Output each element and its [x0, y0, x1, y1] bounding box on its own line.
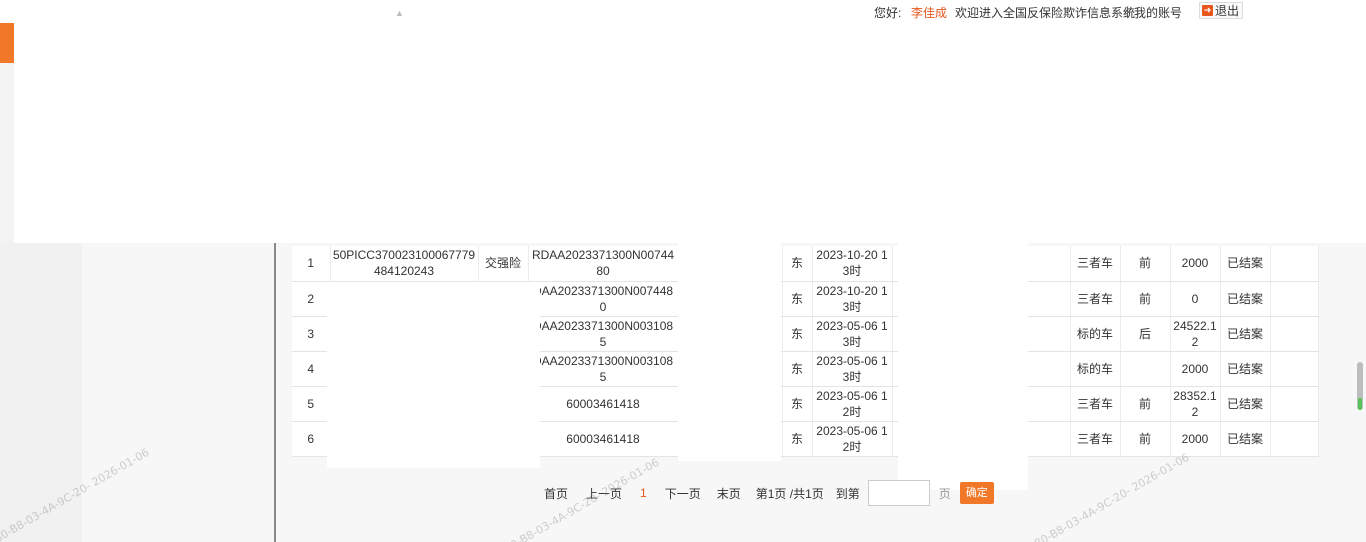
table-cell-case-no: DAA2023371300N0031085	[528, 316, 679, 352]
redaction-block	[898, 243, 1028, 490]
table-cell-vehicle: 标的车	[1070, 351, 1121, 387]
last-page-link[interactable]: 末页	[717, 485, 741, 502]
greeting-label: 您好:	[874, 6, 902, 20]
table-cell-empty	[1270, 386, 1319, 422]
page-unit-label: 页	[938, 486, 951, 501]
menu-toggle-tab[interactable]	[0, 23, 14, 63]
table-cell-position: 前	[1120, 281, 1171, 317]
table-cell-time: 2023-10-20 13时	[812, 246, 893, 282]
table-cell-position: 前	[1120, 421, 1171, 457]
table-cell-empty	[1270, 316, 1319, 352]
page-info: 第1页 /共1页	[755, 486, 824, 501]
table-cell-idx: 5	[292, 386, 331, 422]
table-cell-amount: 24522.12	[1170, 316, 1221, 352]
confirm-button[interactable]: 确定	[959, 482, 994, 504]
table-cell-position: 前	[1120, 246, 1171, 282]
current-page[interactable]: 1	[640, 486, 647, 500]
table-cell-empty	[1270, 281, 1319, 317]
table-cell-idx: 4	[292, 351, 331, 387]
table-cell-position: 后	[1120, 316, 1171, 352]
table-cell-time: 2023-05-06 13时	[812, 351, 893, 387]
table-cell-status: 已结案	[1220, 246, 1271, 282]
table-cell-idx: 6	[292, 421, 331, 457]
table-cell-empty	[1270, 246, 1319, 282]
table-cell-time: 2023-05-06 12时	[812, 421, 893, 457]
table-cell-case-no: 60003461418	[528, 386, 679, 422]
table-cell-time: 2023-05-06 13时	[812, 316, 893, 352]
table-cell-vehicle: 三者车	[1070, 246, 1121, 282]
table-cell-idx: 2	[292, 281, 331, 317]
table-cell-amount: 28352.12	[1170, 386, 1221, 422]
username-label: 李佳成	[911, 6, 948, 20]
table-cell-vehicle: 三者车	[1070, 421, 1121, 457]
table-cell-region: 东	[782, 316, 813, 352]
table-cell-policy: 50PICC370023100067779484120243	[330, 246, 479, 282]
goto-page-input[interactable]	[867, 480, 930, 506]
table-cell-empty	[1270, 351, 1319, 387]
header-separator: |	[1126, 4, 1130, 18]
table-cell-idx: 1	[292, 246, 331, 282]
table-cell-amount: 2000	[1170, 351, 1221, 387]
table-cell-amount: 0	[1170, 281, 1221, 317]
table-cell-case-no: RDAA2023371300N0074480	[528, 246, 679, 282]
table-cell-status: 已结案	[1220, 386, 1271, 422]
prev-page-link[interactable]: 上一页	[586, 485, 622, 502]
pagination: 首页 上一页 1 下一页 末页 第1页 /共1页 到第 页 确定	[540, 480, 994, 506]
first-page-link[interactable]: 首页	[544, 485, 568, 502]
redaction-block	[678, 243, 781, 461]
table-cell-region: 东	[782, 386, 813, 422]
table-cell-position: 前	[1120, 386, 1171, 422]
logout-button[interactable]: ➜ 退出	[1199, 2, 1244, 19]
table-cell-region: 东	[782, 281, 813, 317]
vertical-divider	[274, 243, 276, 542]
table-cell-region: 东	[782, 351, 813, 387]
table-cell-case-no: 60003461418	[528, 421, 679, 457]
table-cell-status: 已结案	[1220, 281, 1271, 317]
redaction-block	[327, 282, 540, 468]
table-cell-case-no: DAA2023371300N0031085	[528, 351, 679, 387]
table-cell-status: 已结案	[1220, 421, 1271, 457]
table-cell-status: 已结案	[1220, 351, 1271, 387]
table-cell-idx: 3	[292, 316, 331, 352]
table-cell-position	[1120, 351, 1171, 387]
welcome-text: 欢迎进入全国反保险欺诈信息系统	[955, 6, 1136, 20]
table-cell-time: 2023-10-20 13时	[812, 281, 893, 317]
table-cell-case-no: DAA2023371300N0074480	[528, 281, 679, 317]
logout-label: 退出	[1215, 4, 1240, 18]
table-cell-type: 交强险	[478, 246, 529, 282]
table-cell-amount: 2000	[1170, 246, 1221, 282]
top-header: ▲ 您好: 李佳成 欢迎进入全国反保险欺诈信息系统 | 我的账号 ➜ 退出	[0, 0, 1366, 243]
table-cell-status: 已结案	[1220, 316, 1271, 352]
table-cell-time: 2023-05-06 12时	[812, 386, 893, 422]
logout-icon: ➜	[1202, 5, 1213, 16]
my-account-link[interactable]: 我的账号	[1134, 4, 1182, 21]
left-gutter	[0, 243, 82, 542]
left-panel-strip	[0, 63, 14, 243]
table-cell-region: 东	[782, 421, 813, 457]
table-cell-region: 东	[782, 246, 813, 282]
caret-up-icon: ▲	[395, 8, 404, 18]
table-cell-vehicle: 三者车	[1070, 281, 1121, 317]
next-page-link[interactable]: 下一页	[665, 485, 701, 502]
table-cell-empty	[1270, 421, 1319, 457]
table-row: 1 50PICC370023100067779484120243 交强险 RDAA20…	[292, 246, 1319, 282]
scrollbar-marker	[1358, 398, 1362, 410]
table-cell-vehicle: 标的车	[1070, 316, 1121, 352]
goto-label: 到第	[835, 486, 860, 501]
table-cell-vehicle: 三者车	[1070, 386, 1121, 422]
table-cell-amount: 2000	[1170, 421, 1221, 457]
